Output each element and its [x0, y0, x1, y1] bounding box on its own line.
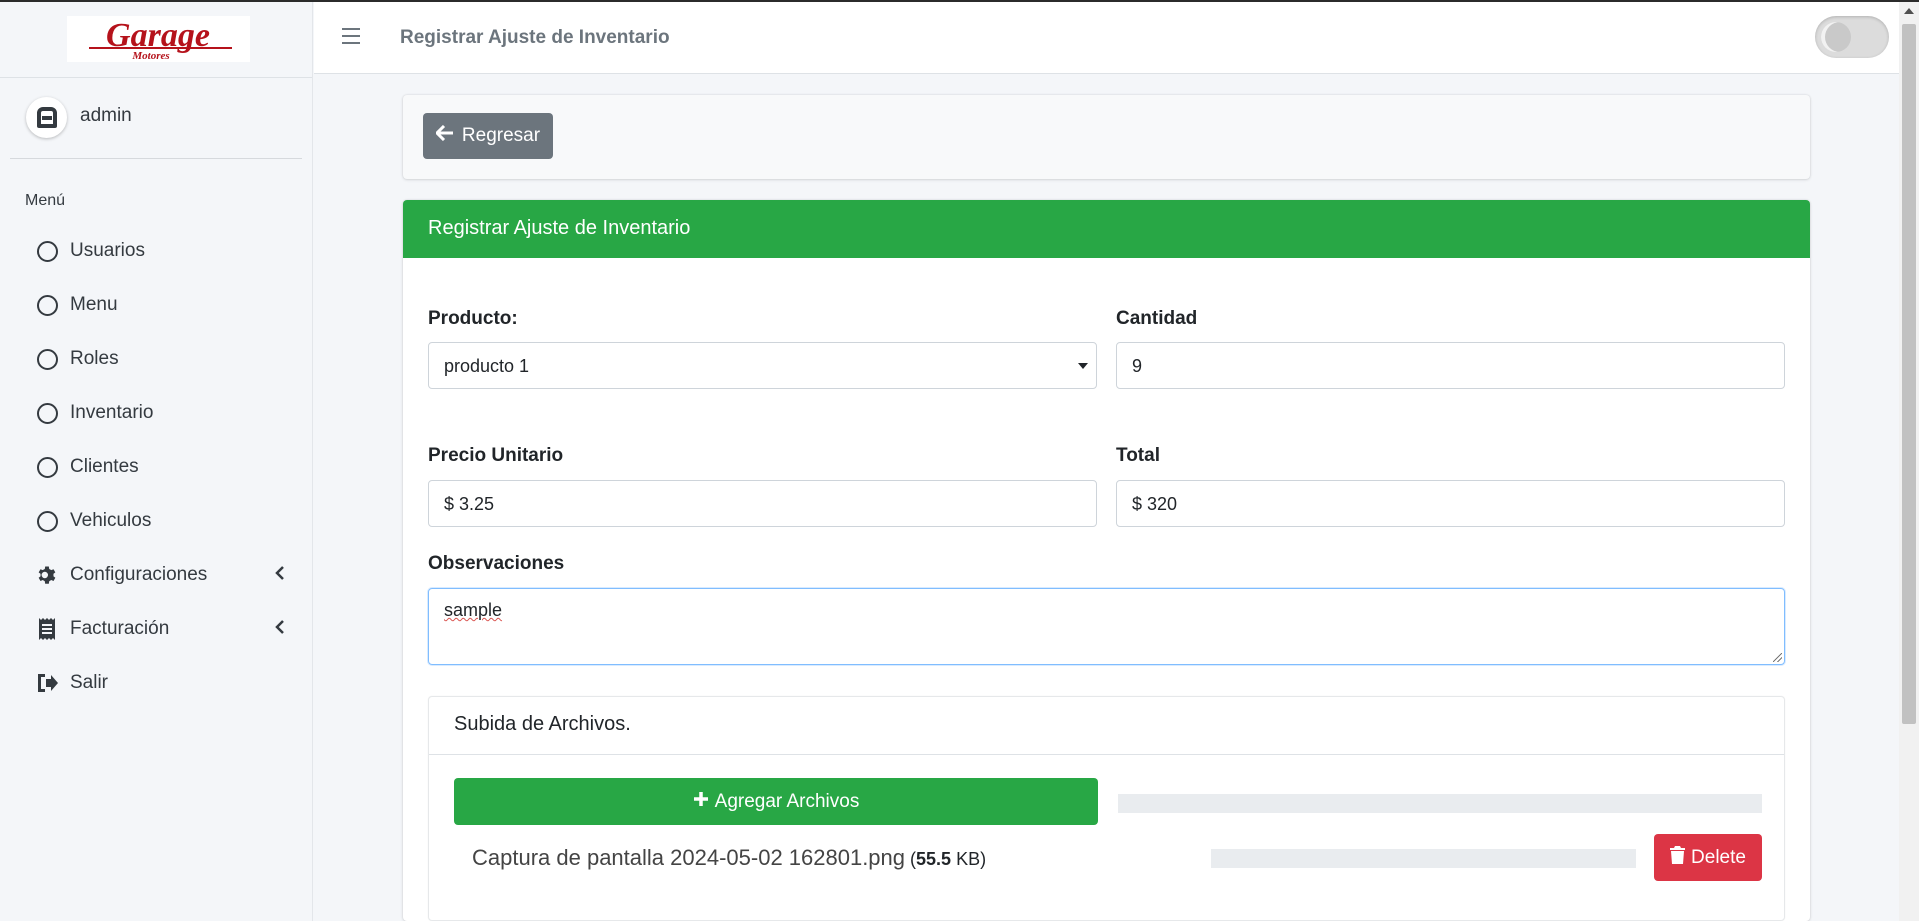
- arrow-left-icon: [435, 124, 454, 147]
- sidebar-nav: Usuarios Menu Roles Inventario Clientes …: [25, 224, 295, 710]
- file-name: Captura de pantalla 2024-05-02 162801.pn…: [472, 845, 906, 870]
- receipt-icon: [36, 618, 58, 640]
- hamburger-menu-icon[interactable]: [342, 28, 360, 44]
- file-progress-bar: [1211, 849, 1636, 868]
- menu-header: Menú: [25, 192, 66, 209]
- producto-select[interactable]: producto 1: [428, 342, 1097, 389]
- sidebar-item-label: Menu: [70, 294, 118, 315]
- observaciones-label: Observaciones: [428, 553, 565, 574]
- sidebar-item-label: Clientes: [70, 456, 139, 477]
- dark-mode-toggle[interactable]: [1815, 16, 1889, 58]
- sidebar-item-label: Inventario: [70, 402, 154, 423]
- circle-icon: [36, 294, 58, 316]
- precio-unitario-label: Precio Unitario: [428, 445, 564, 466]
- sidebar-item-label: Salir: [70, 672, 109, 693]
- sidebar-item-label: Vehiculos: [70, 510, 152, 531]
- add-files-button[interactable]: Agregar Archivos: [454, 778, 1098, 825]
- card-title: Registrar Ajuste de Inventario: [403, 200, 1810, 258]
- total-input[interactable]: $ 320: [1116, 480, 1785, 527]
- sidebar-item-label: Facturación: [70, 618, 170, 639]
- sidebar-item-inventario[interactable]: Inventario: [25, 386, 295, 440]
- sidebar-item-salir[interactable]: Salir: [25, 656, 295, 710]
- circle-icon: [36, 456, 58, 478]
- sidebar-item-label: Configuraciones: [70, 564, 208, 585]
- circle-icon: [36, 348, 58, 370]
- delete-label: Delete: [1691, 846, 1746, 868]
- sidebar-item-label: Roles: [70, 348, 119, 369]
- sidebar-item-label: Usuarios: [70, 240, 145, 261]
- sidebar-item-vehiculos[interactable]: Vehiculos: [25, 494, 295, 548]
- sidebar-item-facturacion[interactable]: Facturación: [25, 602, 295, 656]
- cantidad-input[interactable]: 9: [1116, 342, 1785, 389]
- circle-icon: [36, 240, 58, 262]
- logo-subtext: Motores: [131, 50, 169, 62]
- inventory-adjustment-card: Registrar Ajuste de Inventario Producto:…: [403, 200, 1810, 921]
- add-files-label: Agregar Archivos: [714, 790, 860, 812]
- avatar[interactable]: [26, 97, 67, 138]
- cantidad-label: Cantidad: [1116, 308, 1198, 329]
- back-card: Regresar: [403, 95, 1810, 179]
- scroll-up-arrow-icon[interactable]: [1904, 8, 1914, 14]
- precio-unitario-input[interactable]: $ 3.25: [428, 480, 1097, 527]
- sidebar-item-clientes[interactable]: Clientes: [25, 440, 295, 494]
- plus-icon: [693, 791, 709, 813]
- observaciones-textarea[interactable]: sample: [428, 588, 1785, 665]
- chevron-left-icon: [275, 566, 285, 585]
- uploaded-file: Captura de pantalla 2024-05-02 162801.pn…: [472, 845, 987, 870]
- trash-icon: [1670, 845, 1686, 870]
- sign-out-icon: [36, 672, 58, 694]
- sidebar-item-roles[interactable]: Roles: [25, 332, 295, 386]
- total-label: Total: [1116, 445, 1160, 466]
- top-header: Registrar Ajuste de Inventario: [314, 2, 1919, 74]
- user-name[interactable]: admin: [80, 105, 132, 127]
- sidebar: Garage Motores admin Menú Usuarios Menu …: [0, 2, 313, 921]
- circle-icon: [36, 510, 58, 532]
- scrollbar-thumb[interactable]: [1902, 24, 1916, 724]
- producto-label: Producto:: [428, 308, 518, 329]
- caret-down-icon: [1078, 363, 1088, 369]
- upload-title: Subida de Archivos.: [429, 697, 1784, 755]
- brand-logo[interactable]: Garage Motores: [67, 16, 250, 62]
- user-panel[interactable]: admin: [10, 78, 302, 159]
- brand[interactable]: Garage Motores: [0, 2, 312, 78]
- file-upload-panel: Subida de Archivos. Agregar Archivos Cap…: [428, 696, 1785, 921]
- page-title: Registrar Ajuste de Inventario: [400, 27, 670, 48]
- sidebar-item-configuraciones[interactable]: Configuraciones: [25, 548, 295, 602]
- back-button-label: Regresar: [461, 125, 541, 146]
- file-size-unit: KB: [956, 849, 981, 869]
- file-size: 55.5: [916, 849, 952, 869]
- gear-icon: [36, 564, 58, 586]
- observaciones-text: sample: [444, 600, 503, 620]
- chevron-left-icon: [275, 620, 285, 639]
- sidebar-item-menu[interactable]: Menu: [25, 278, 295, 332]
- page-scrollbar[interactable]: [1899, 2, 1919, 921]
- producto-selected-value: producto 1: [444, 356, 530, 376]
- total-progress-bar: [1118, 794, 1762, 813]
- delete-file-button[interactable]: Delete: [1654, 834, 1762, 881]
- sidebar-item-usuarios[interactable]: Usuarios: [25, 224, 295, 278]
- circle-icon: [36, 402, 58, 424]
- back-button[interactable]: Regresar: [423, 113, 553, 159]
